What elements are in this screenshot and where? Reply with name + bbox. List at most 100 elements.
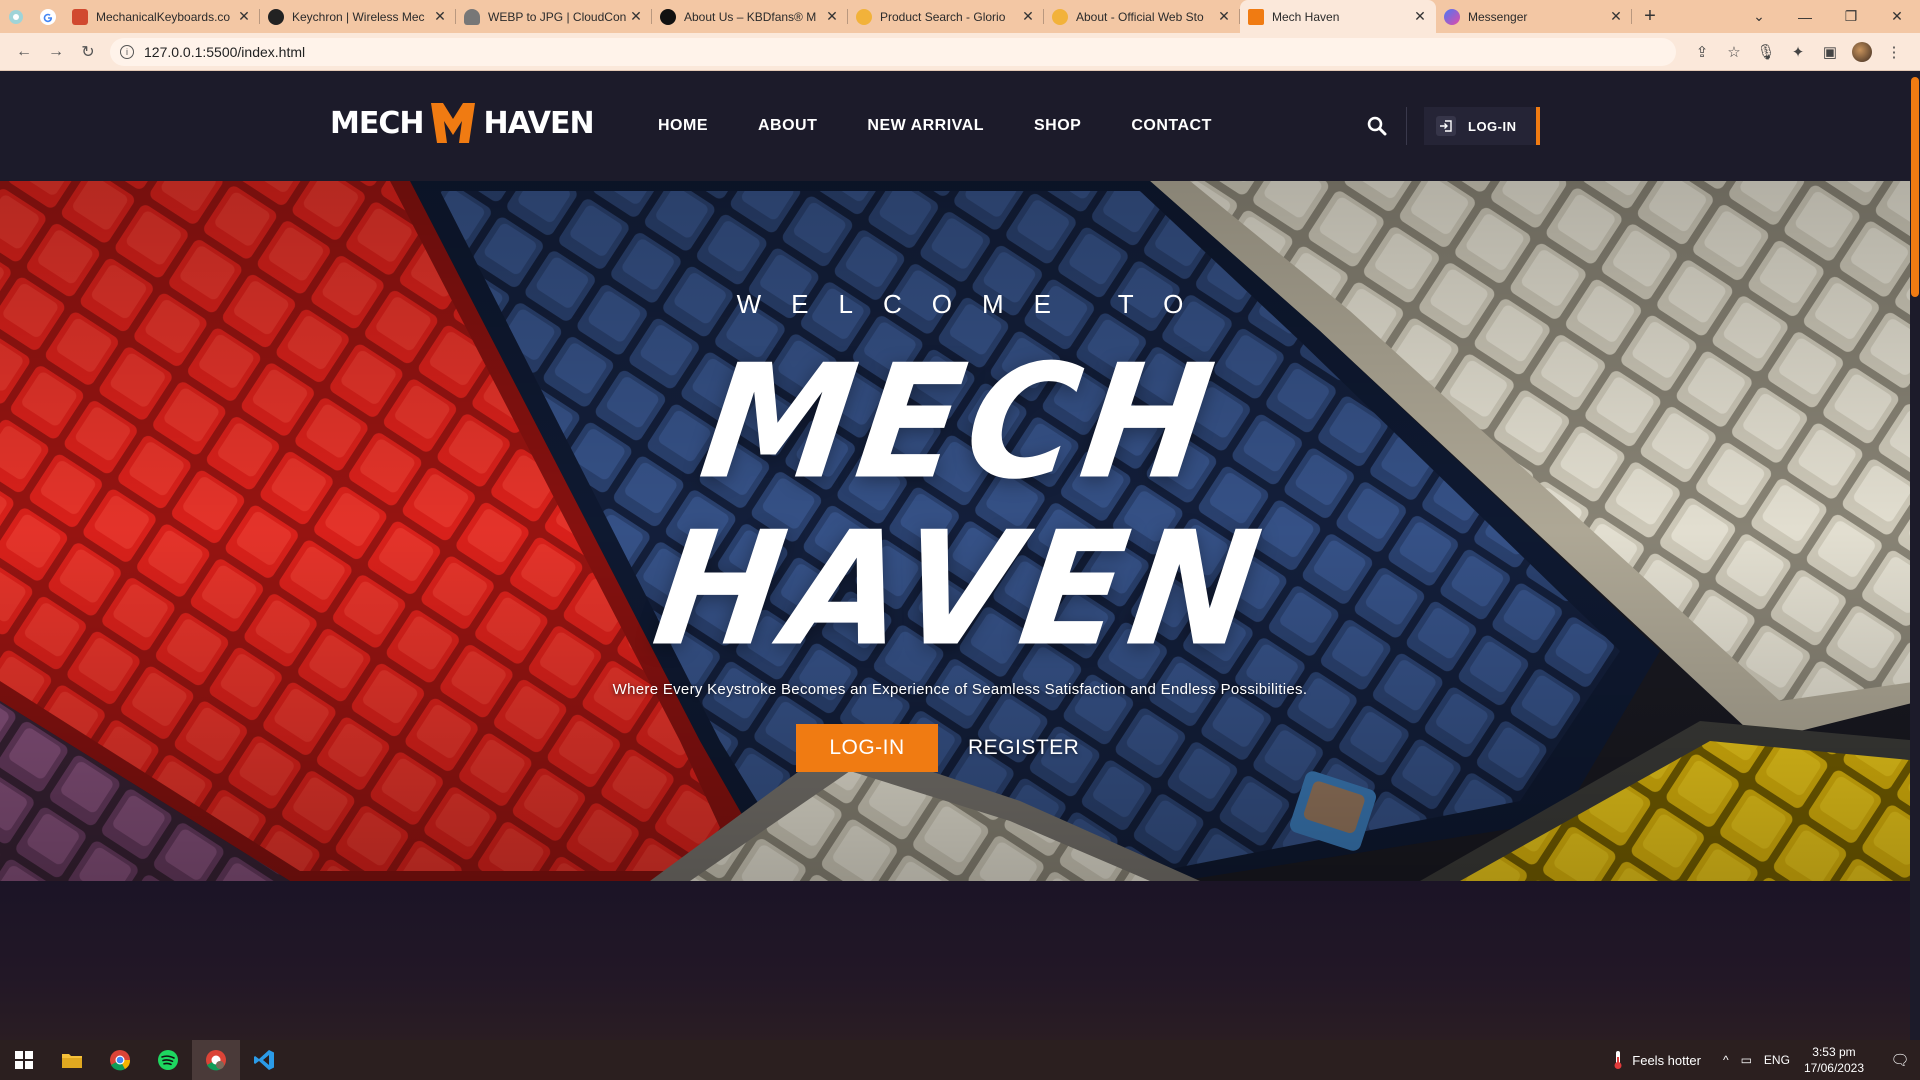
tab-title: WEBP to JPG | CloudCon: [488, 9, 627, 24]
hero-login-button[interactable]: LOG-IN: [796, 724, 938, 772]
browser-tab-active[interactable]: Mech Haven ✕: [1240, 0, 1436, 33]
close-window-icon[interactable]: ✕: [1874, 0, 1920, 33]
hero-content: WELCOME TO MECH HAVEN Where Every Keystr…: [0, 181, 1920, 881]
site-navbar: MECH HAVEN HOME ABOUT NEW ARRIVAL SHOP C…: [0, 71, 1920, 181]
browser-tab[interactable]: About - Official Web Sto ✕: [1044, 0, 1240, 33]
nav-login-button[interactable]: LOG-IN: [1424, 107, 1540, 145]
tab-favicon-icon: [856, 8, 872, 25]
windows-taskbar: Feels hotter ^ ▭ ENG 3:53 pm 17/06/2023 …: [0, 1040, 1920, 1080]
tab-favicon-icon: [1052, 8, 1068, 25]
show-hidden-icons-icon[interactable]: ^: [1723, 1053, 1729, 1067]
url-text: 127.0.0.1:5500/index.html: [144, 43, 306, 60]
search-icon[interactable]: [1366, 115, 1388, 137]
website-viewport: MECH HAVEN HOME ABOUT NEW ARRIVAL SHOP C…: [0, 71, 1920, 1040]
window-controls: ⌄ — ❐ ✕: [1736, 0, 1920, 33]
tab-close-icon[interactable]: ✕: [1020, 8, 1036, 25]
extensions-icon[interactable]: ✦: [1788, 42, 1808, 62]
notifications-icon[interactable]: 🗨: [1880, 1051, 1920, 1069]
scrollbar-thumb[interactable]: [1911, 77, 1919, 297]
chrome-icon: [110, 1050, 131, 1071]
nav-new-arrival[interactable]: NEW ARRIVAL: [867, 117, 984, 135]
browser-tab[interactable]: MechanicalKeyboards.co ✕: [64, 0, 260, 33]
tab-title: About - Official Web Sto: [1076, 9, 1204, 24]
browser-tab[interactable]: About Us – KBDfans® M ✕: [652, 0, 848, 33]
tab-title: Product Search - Glorio: [880, 9, 1006, 24]
back-icon[interactable]: ←: [8, 36, 40, 68]
tab-search-button[interactable]: [0, 0, 32, 33]
tab-close-icon[interactable]: ✕: [1608, 8, 1624, 25]
weather-text: Feels hotter: [1632, 1052, 1701, 1068]
hero-welcome-text: WELCOME TO: [736, 289, 1214, 319]
page-scrollbar[interactable]: [1910, 71, 1920, 1040]
tab-favicon-icon: [1444, 8, 1460, 25]
browser-tab[interactable]: Keychron | Wireless Mec ✕: [260, 0, 456, 33]
logo-text-left: MECH: [330, 105, 424, 141]
spotify-app[interactable]: [144, 1040, 192, 1080]
tab-favicon-icon: [1248, 8, 1264, 25]
tab-title: Keychron | Wireless Mec: [292, 9, 425, 24]
chrome-profile-app[interactable]: [192, 1040, 240, 1080]
tab-close-icon[interactable]: ✕: [1412, 8, 1428, 25]
profile-avatar[interactable]: [1852, 41, 1872, 62]
language-indicator[interactable]: ENG: [1764, 1053, 1790, 1067]
tab-close-icon[interactable]: ✕: [432, 8, 448, 25]
chrome-app[interactable]: [96, 1040, 144, 1080]
restore-icon[interactable]: ❐: [1828, 0, 1874, 33]
tab-close-icon[interactable]: ✕: [1216, 8, 1232, 25]
nav-about[interactable]: ABOUT: [758, 117, 817, 135]
tab-title: Messenger: [1468, 9, 1528, 24]
nav-shop[interactable]: SHOP: [1034, 117, 1081, 135]
site-info-icon[interactable]: i: [120, 44, 134, 59]
thermometer-icon: [1614, 1051, 1622, 1069]
hero-section: WELCOME TO MECH HAVEN Where Every Keystr…: [0, 181, 1920, 881]
hero-title-line2: HAVEN: [644, 498, 1276, 682]
logo-m-icon: [431, 103, 476, 143]
nav-home[interactable]: HOME: [658, 117, 708, 135]
share-icon[interactable]: ⇪: [1692, 42, 1712, 62]
folder-icon: [62, 1054, 82, 1068]
menu-dots-icon[interactable]: ⋮: [1884, 42, 1904, 62]
start-button[interactable]: [0, 1040, 48, 1080]
browser-toolbar: ← → ↻ i 127.0.0.1:5500/index.html ⇪ ☆ 🎙 …: [0, 33, 1920, 71]
logo-text-right: HAVEN: [483, 105, 594, 141]
tab-title: MechanicalKeyboards.co: [96, 9, 231, 24]
tab-title: Mech Haven: [1272, 9, 1340, 24]
tab-favicon-icon: [464, 8, 480, 25]
sidepanel-icon[interactable]: ▣: [1820, 42, 1840, 62]
hero-register-button[interactable]: REGISTER: [968, 736, 1079, 760]
network-icon[interactable]: ▭: [1741, 1053, 1752, 1067]
browser-tab-bar: MechanicalKeyboards.co ✕ Keychron | Wire…: [0, 0, 1920, 33]
forward-icon[interactable]: →: [40, 36, 72, 68]
tab-close-icon[interactable]: ✕: [824, 8, 840, 25]
bookmark-star-icon[interactable]: ☆: [1724, 42, 1744, 62]
google-tab[interactable]: [32, 0, 64, 33]
tab-favicon-icon: [660, 8, 676, 25]
file-explorer-app[interactable]: [48, 1040, 96, 1080]
address-bar[interactable]: i 127.0.0.1:5500/index.html: [110, 37, 1676, 66]
tab-close-icon[interactable]: ✕: [236, 8, 252, 25]
hero-title-line1: MECH: [691, 331, 1229, 515]
browser-tab[interactable]: Messenger ✕: [1436, 0, 1632, 33]
reload-icon[interactable]: ↻: [72, 36, 104, 68]
browser-tab[interactable]: Product Search - Glorio ✕: [848, 0, 1044, 33]
vscode-app[interactable]: [240, 1040, 288, 1080]
minimize-icon[interactable]: —: [1782, 0, 1828, 33]
login-icon: [1436, 116, 1456, 136]
nav-contact[interactable]: CONTACT: [1131, 117, 1212, 135]
nav-login-label: LOG-IN: [1468, 118, 1517, 134]
new-tab-button[interactable]: +: [1632, 0, 1668, 33]
hero-tagline: Where Every Keystroke Becomes an Experie…: [612, 681, 1308, 698]
tab-favicon-icon: [268, 8, 284, 25]
tab-close-icon[interactable]: ✕: [628, 8, 644, 25]
tray-icons: ^ ▭ ENG: [1723, 1053, 1790, 1067]
hero-actions: LOG-IN REGISTER: [796, 724, 1079, 772]
weather-widget[interactable]: Feels hotter: [1612, 1050, 1701, 1070]
clock-date: 17/06/2023: [1803, 1061, 1864, 1075]
site-logo[interactable]: MECH HAVEN: [330, 101, 595, 145]
windows-logo-icon: [15, 1051, 33, 1069]
spotify-icon: [158, 1050, 178, 1070]
microphone-icon[interactable]: 🎙: [1756, 42, 1776, 62]
browser-tab[interactable]: WEBP to JPG | CloudCon ✕: [456, 0, 652, 33]
clock[interactable]: 3:53 pm 17/06/2023: [1804, 1044, 1864, 1076]
tab-list-icon[interactable]: ⌄: [1736, 0, 1782, 33]
